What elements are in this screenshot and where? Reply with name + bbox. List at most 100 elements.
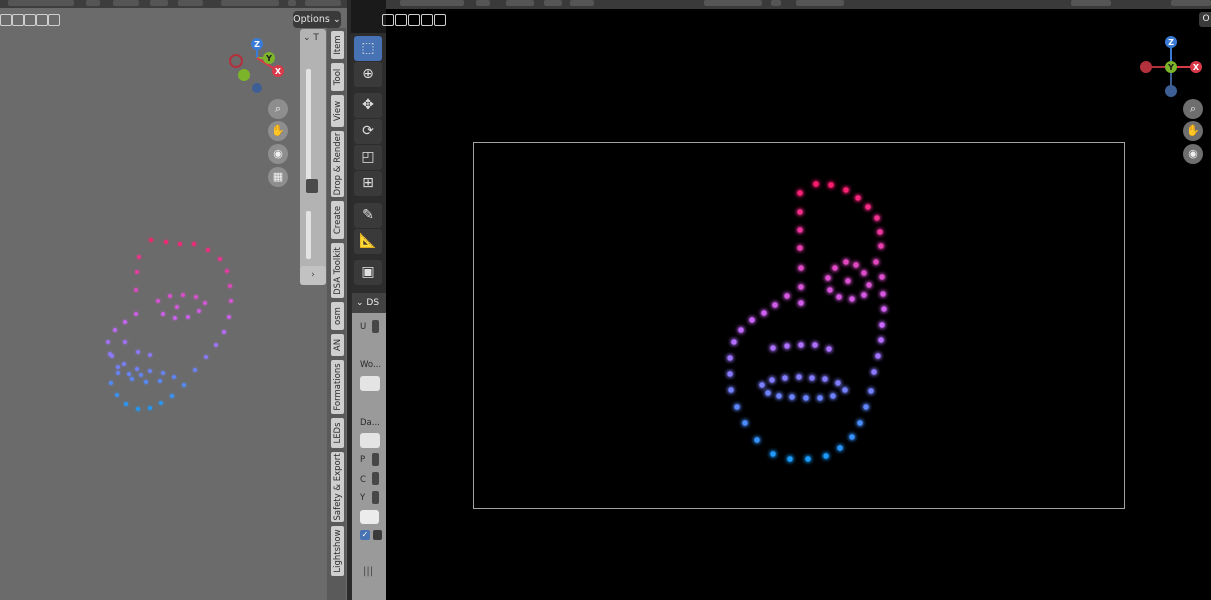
drone-led-dot: [218, 257, 222, 261]
drone-led-dot: [842, 387, 848, 393]
drone-led-dot: [837, 445, 843, 451]
drone-led-dot: [874, 215, 880, 221]
drone-led-dot: [822, 376, 828, 382]
drone-led-dot: [784, 293, 790, 299]
drone-led-dot: [813, 181, 819, 187]
drone-led-dot: [861, 292, 867, 298]
drone-led-dot: [770, 451, 776, 457]
drone-led-dot: [106, 340, 110, 344]
drone-led-dot: [149, 238, 153, 242]
drone-led-dot: [787, 456, 793, 462]
drone-led-dot: [156, 299, 160, 303]
drone-led-dot: [868, 388, 874, 394]
drone-led-dot: [134, 288, 138, 292]
drone-led-dot: [873, 259, 879, 265]
drone-led-dot: [798, 284, 804, 290]
drone-led-dot: [797, 245, 803, 251]
drone-led-dot: [159, 401, 163, 405]
drone-led-dot: [776, 393, 782, 399]
drone-led-dot: [222, 330, 226, 334]
drone-led-dot: [769, 377, 775, 383]
drone-led-dot: [875, 353, 881, 359]
drone-led-dot: [789, 394, 795, 400]
drone-led-dot: [830, 393, 836, 399]
drone-led-dot: [206, 248, 210, 252]
drone-led-dot: [175, 305, 179, 309]
drone-led-dot: [227, 315, 231, 319]
drone-led-dot: [168, 294, 172, 298]
drone-led-dot: [214, 343, 218, 347]
drone-led-dot: [812, 342, 818, 348]
drone-led-dot: [122, 362, 126, 366]
drone-led-dot: [805, 456, 811, 462]
drone-led-dot: [161, 371, 165, 375]
drone-led-dot: [827, 287, 833, 293]
drone-led-dot: [772, 302, 778, 308]
drone-led-dot: [797, 209, 803, 215]
drone-led-dot: [845, 278, 851, 284]
drone-led-dot: [727, 355, 733, 361]
drone-led-dot: [881, 306, 887, 312]
drone-led-dot: [229, 299, 233, 303]
drone-led-dot: [134, 312, 138, 316]
drone-led-dot: [197, 309, 201, 313]
drone-led-dot: [116, 365, 120, 369]
drone-led-dot: [727, 371, 733, 377]
drone-led-dot: [172, 375, 176, 379]
drone-led-dot: [164, 240, 168, 244]
drone-led-dot: [765, 390, 771, 396]
drone-led-dot: [797, 227, 803, 233]
drone-led-dot: [879, 322, 885, 328]
drone-led-dot: [148, 369, 152, 373]
drone-led-dot: [849, 434, 855, 440]
drone-led-dot: [178, 242, 182, 246]
drone-led-dot: [798, 342, 804, 348]
drone-led-dot: [124, 402, 128, 406]
drone-led-dot: [123, 320, 127, 324]
drone-led-dot: [865, 204, 871, 210]
drone-led-dot: [878, 243, 884, 249]
drone-led-dot: [784, 343, 790, 349]
drone-led-dot: [782, 375, 788, 381]
drone-led-dot: [832, 265, 838, 271]
drone-led-dot: [123, 340, 127, 344]
drone-led-dot: [798, 300, 804, 306]
drone-led-dot: [798, 265, 804, 271]
drone-led-dot: [828, 182, 834, 188]
drone-led-dot: [144, 380, 148, 384]
drone-led-dot: [843, 259, 849, 265]
drone-led-dot: [194, 295, 198, 299]
drone-led-dot: [728, 387, 734, 393]
drone-formation-layer: [106, 181, 887, 462]
drone-led-dot: [192, 242, 196, 246]
drone-led-dot: [731, 339, 737, 345]
drone-led-dot: [186, 315, 190, 319]
drone-led-dot: [826, 346, 832, 352]
drone-led-dot: [135, 270, 139, 274]
drone-led-dot: [182, 383, 186, 387]
drone-led-dot: [823, 453, 829, 459]
drone-led-dot: [110, 354, 114, 358]
drone-led-dot: [879, 274, 885, 280]
drone-led-dot: [135, 367, 139, 371]
drone-led-dot: [136, 407, 140, 411]
drone-led-dot: [113, 328, 117, 332]
drone-led-dot: [843, 187, 849, 193]
drone-led-dot: [866, 282, 872, 288]
drone-led-dot: [803, 395, 809, 401]
drone-led-dot: [181, 293, 185, 297]
drone-led-dot: [734, 404, 740, 410]
drone-led-dot: [204, 355, 208, 359]
drone-led-dot: [836, 294, 842, 300]
drone-led-dot: [148, 406, 152, 410]
drone-led-dot: [871, 369, 877, 375]
drone-led-dot: [878, 337, 884, 343]
drone-led-dot: [825, 275, 831, 281]
drone-led-dot: [880, 291, 886, 297]
drone-led-dot: [835, 380, 841, 386]
drone-led-dot: [136, 350, 140, 354]
drone-led-dot: [158, 379, 162, 383]
drone-led-dot: [742, 420, 748, 426]
drone-led-dot: [761, 310, 767, 316]
drone-led-dot: [797, 190, 803, 196]
